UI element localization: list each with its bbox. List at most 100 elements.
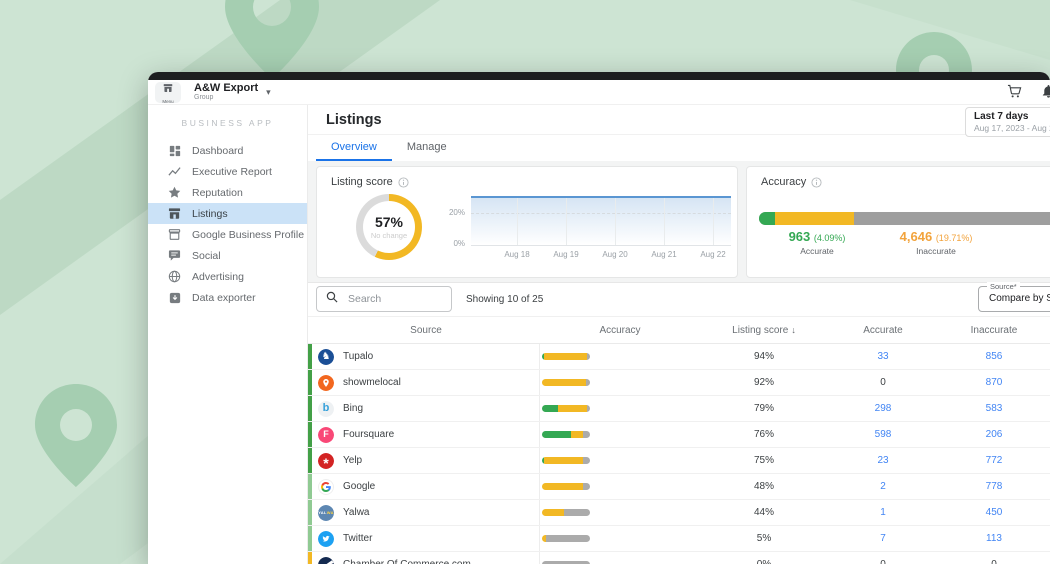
accuracy-mini-bar — [542, 379, 590, 386]
accurate-count-cell[interactable]: 598 — [828, 422, 938, 447]
inaccurate-count-cell[interactable]: 206 — [938, 422, 1050, 447]
compare-select-label: Source* — [987, 282, 1020, 291]
sidebar-item-label: Dashboard — [192, 145, 243, 157]
listing-score-cell: 75% — [700, 448, 828, 473]
table-row[interactable]: Google 48% 2 778 — [308, 474, 1050, 500]
table-row[interactable]: * Yelp 75% 23 772 — [308, 448, 1050, 474]
sidebar-item-listings[interactable]: Listings — [148, 203, 307, 224]
info-icon[interactable] — [398, 177, 409, 188]
source-name: Google — [343, 481, 375, 492]
main-panel: Listings Overview Manage Last 7 days Aug… — [308, 105, 1050, 564]
sidebar-item-data-exporter[interactable]: Data exporter — [148, 287, 307, 308]
column-header-accurate[interactable]: Accurate — [828, 317, 938, 343]
table-row[interactable]: Twitter 5% 7 113 — [308, 526, 1050, 552]
dashboard-icon — [168, 144, 181, 157]
accuracy-mini-bar — [542, 509, 590, 516]
column-header-accuracy[interactable]: Accuracy — [540, 317, 700, 343]
menu-button-label: Menu — [162, 99, 173, 104]
source-name: Yelp — [343, 455, 362, 466]
bell-icon[interactable] — [1041, 84, 1050, 104]
sidebar-item-advertising[interactable]: Advertising — [148, 266, 307, 287]
tabs: Overview Manage — [308, 135, 1050, 162]
accurate-count-cell[interactable]: 7 — [828, 526, 938, 551]
y-axis-tick: 20% — [437, 208, 465, 217]
advertising-icon — [168, 270, 181, 283]
x-axis-tick: Aug 20 — [591, 250, 639, 259]
date-range-label: Last 7 days — [974, 111, 1050, 122]
listing-score-cell: 48% — [700, 474, 828, 499]
inaccurate-count-cell[interactable]: 870 — [938, 370, 1050, 395]
menu-button[interactable]: Menu — [155, 82, 181, 103]
listing-score-cell: 79% — [700, 396, 828, 421]
column-header-listing-score[interactable]: Listing score ↓ — [700, 317, 828, 343]
google-icon — [318, 479, 334, 495]
inaccurate-label: Inaccurate — [875, 246, 997, 256]
sidebar-item-social[interactable]: Social — [148, 245, 307, 266]
accurate-stat: 963 (4.09%) Accurate — [761, 229, 873, 256]
app-header: Menu A&W Export Group ▾ — [148, 80, 1050, 105]
storefront-icon — [163, 80, 173, 98]
sidebar-item-label: Reputation — [192, 187, 243, 199]
table-row[interactable]: YALWA Yalwa 44% 1 450 — [308, 500, 1050, 526]
accurate-count-cell[interactable]: 2 — [828, 474, 938, 499]
vertical-gridline — [615, 198, 616, 245]
date-range-picker[interactable]: Last 7 days Aug 17, 2023 - Aug 23, 2023 — [965, 107, 1050, 137]
inaccurate-count-cell[interactable]: 778 — [938, 474, 1050, 499]
table-row[interactable]: F Foursquare 76% 598 206 — [308, 422, 1050, 448]
listing-score-change: No change — [371, 231, 407, 240]
inaccurate-count-cell[interactable]: 772 — [938, 448, 1050, 473]
screenshot-stage: Menu A&W Export Group ▾ BUSINESS APP Das… — [0, 0, 1050, 564]
accurate-count-cell[interactable]: 33 — [828, 344, 938, 369]
x-axis-tick: Aug 21 — [640, 250, 688, 259]
account-switcher[interactable]: A&W Export Group ▾ — [194, 83, 271, 102]
info-icon[interactable] — [811, 177, 822, 188]
table-row[interactable]: ♞ Tupalo 94% 33 856 — [308, 344, 1050, 370]
sidebar-item-dashboard[interactable]: Dashboard — [148, 140, 307, 161]
table-row[interactable]: Chamber Of Commerce.com 0% 0 0 — [308, 552, 1050, 564]
inaccurate-count-cell[interactable]: 583 — [938, 396, 1050, 421]
x-axis-tick: Aug 19 — [542, 250, 590, 259]
sidebar-item-label: Executive Report — [192, 166, 272, 178]
tab-manage[interactable]: Manage — [392, 135, 462, 161]
data-exporter-icon — [168, 291, 181, 304]
listing-score-trend-chart: 20% 0% Aug 18Aug 19Aug 20Aug 21Aug 22 — [471, 196, 731, 246]
listing-score-cell: 94% — [700, 344, 828, 369]
inaccurate-count-cell[interactable]: 113 — [938, 526, 1050, 551]
accurate-count-cell[interactable]: 1 — [828, 500, 938, 525]
compare-by-source-select[interactable]: Source* Compare by Source — [978, 286, 1050, 312]
inaccurate-count-cell[interactable]: 450 — [938, 500, 1050, 525]
inaccurate-count-cell[interactable]: 856 — [938, 344, 1050, 369]
table-row[interactable]: showmelocal 92% 0 870 — [308, 370, 1050, 396]
table-header: Source Accuracy Listing score ↓ Accurate… — [308, 317, 1050, 344]
yelp-icon: * — [318, 453, 334, 469]
tupalo-icon: ♞ — [318, 349, 334, 365]
table-row[interactable]: b Bing 79% 298 583 — [308, 396, 1050, 422]
source-name: Foursquare — [343, 429, 394, 440]
accurate-label: Accurate — [761, 246, 873, 256]
accurate-count-cell[interactable]: 23 — [828, 448, 938, 473]
accurate-count-cell[interactable]: 298 — [828, 396, 938, 421]
accuracy-mini-bar — [542, 405, 590, 412]
cart-icon[interactable] — [1007, 84, 1022, 104]
listing-score-cell: 0% — [700, 552, 828, 564]
vertical-gridline — [566, 198, 567, 245]
sidebar-item-reputation[interactable]: Reputation — [148, 182, 307, 203]
sidebar-item-google-business-profile[interactable]: Google Business Profile — [148, 224, 307, 245]
column-header-source[interactable]: Source — [312, 317, 540, 343]
listings-icon — [168, 207, 181, 220]
accuracy-mini-bar — [542, 535, 590, 542]
accurate-count-cell[interactable]: 0 — [828, 370, 938, 395]
inaccurate-count-cell[interactable]: 0 — [938, 552, 1050, 564]
search-input[interactable] — [346, 292, 442, 306]
search-icon — [326, 290, 338, 308]
accurate-count-cell[interactable]: 0 — [828, 552, 938, 564]
search-box[interactable] — [316, 286, 452, 312]
twitter-icon — [318, 531, 334, 547]
vertical-gridline — [713, 198, 714, 245]
vertical-gridline — [517, 198, 518, 245]
tab-overview[interactable]: Overview — [316, 135, 392, 161]
sidebar-item-executive-report[interactable]: Executive Report — [148, 161, 307, 182]
column-header-inaccurate[interactable]: Inaccurate — [938, 317, 1050, 343]
foursquare-icon: F — [318, 427, 334, 443]
source-name: Tupalo — [343, 351, 373, 362]
